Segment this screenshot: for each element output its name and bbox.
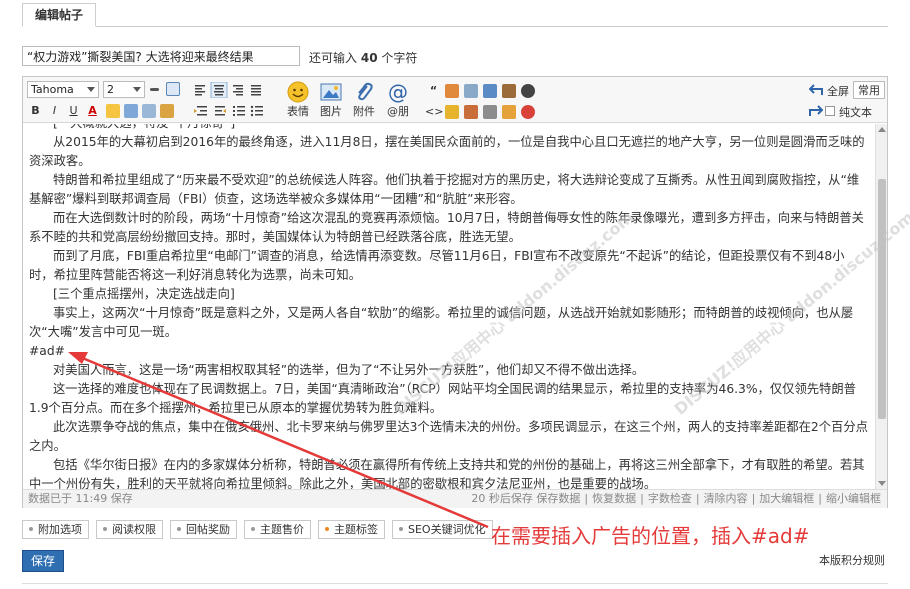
annotation-text: 在需要插入广告的位置，插入#ad# (491, 524, 810, 548)
annotation-arrow (68, 352, 489, 529)
